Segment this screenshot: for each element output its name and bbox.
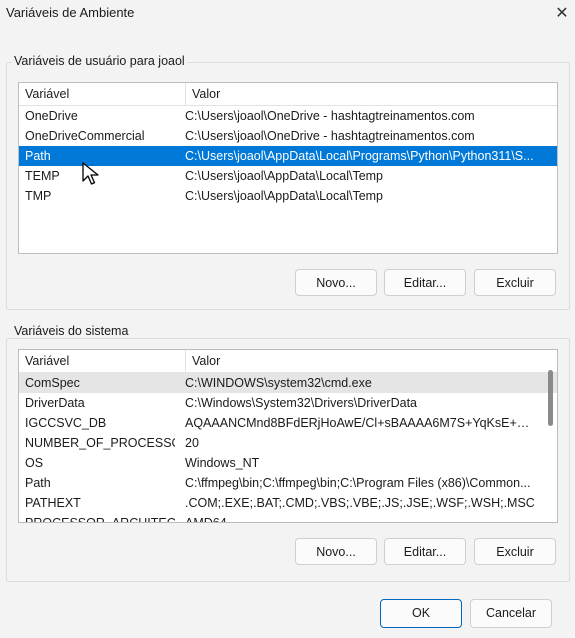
system-variables-list[interactable]: Variável Valor ComSpec C:\WINDOWS\system… <box>18 349 558 523</box>
system-variables-label: Variáveis do sistema <box>12 324 131 338</box>
variable-value: C:\WINDOWS\system32\cmd.exe <box>185 376 372 390</box>
list-header: Variável Valor <box>19 83 557 106</box>
variable-name: ComSpec <box>25 376 80 390</box>
variable-name: IGCCSVC_DB <box>25 416 107 430</box>
variable-name: NUMBER_OF_PROCESSORS <box>25 436 175 450</box>
table-row[interactable]: IGCCSVC_DB AQAAANCMnd8BFdERjHoAwE/Cl+sBA… <box>19 413 557 433</box>
variable-name: Path <box>25 476 51 490</box>
user-new-button[interactable]: Novo... <box>295 269 377 296</box>
variable-value: AMD64 <box>185 516 227 523</box>
system-new-button[interactable]: Novo... <box>295 538 377 565</box>
variable-name: PATHEXT <box>25 496 81 510</box>
scrollbar-thumb[interactable] <box>548 370 553 426</box>
user-edit-button[interactable]: Editar... <box>384 269 466 296</box>
table-row[interactable]: ComSpec C:\WINDOWS\system32\cmd.exe <box>19 373 557 393</box>
table-row[interactable]: TMP C:\Users\joaol\AppData\Local\Temp <box>19 186 557 206</box>
variable-name: OneDriveCommercial <box>25 129 145 143</box>
variable-value: C:\Users\joaol\AppData\Local\Temp <box>185 189 384 203</box>
variable-value: 20 <box>185 436 199 450</box>
system-edit-button[interactable]: Editar... <box>384 538 466 565</box>
variable-value: AQAAANCMnd8BFdERjHoAwE/Cl+sBAAAA6M7S+YqK… <box>185 416 537 430</box>
table-row[interactable]: OneDrive C:\Users\joaol\OneDrive - hasht… <box>19 106 557 126</box>
variable-value: C:\Users\joaol\OneDrive - hashtagtreinam… <box>185 129 475 143</box>
variable-name: PROCESSOR_ARCHITECTU... <box>25 516 175 523</box>
variable-value: C:\Users\joaol\AppData\Local\Programs\Py… <box>185 149 534 163</box>
column-header-variable[interactable]: Variável <box>25 354 69 368</box>
column-header-value[interactable]: Valor <box>185 83 220 105</box>
table-row[interactable]: PROCESSOR_ARCHITECTU... AMD64 <box>19 513 557 523</box>
variable-name: TMP <box>25 189 52 203</box>
table-row[interactable]: NUMBER_OF_PROCESSORS 20 <box>19 433 557 453</box>
table-row[interactable]: Path C:\ffmpeg\bin;C:\ffmpeg\bin;C:\Prog… <box>19 473 557 493</box>
column-header-value[interactable]: Valor <box>185 350 220 372</box>
close-icon[interactable]: ✕ <box>550 2 574 26</box>
variable-value: C:\Users\joaol\OneDrive - hashtagtreinam… <box>185 109 475 123</box>
variable-name: DriverData <box>25 396 85 410</box>
window-title: Variáveis de Ambiente <box>6 5 135 20</box>
variable-name: Path <box>25 149 51 163</box>
variable-name: OS <box>25 456 44 470</box>
system-delete-button[interactable]: Excluir <box>474 538 556 565</box>
list-header: Variável Valor <box>19 350 557 373</box>
table-row[interactable]: DriverData C:\Windows\System32\Drivers\D… <box>19 393 557 413</box>
cancel-button[interactable]: Cancelar <box>470 599 552 628</box>
user-delete-button[interactable]: Excluir <box>474 269 556 296</box>
table-row[interactable]: OS Windows_NT <box>19 453 557 473</box>
variable-value: Windows_NT <box>185 456 260 470</box>
variable-name: TEMP <box>25 169 60 183</box>
variable-value: C:\Windows\System32\Drivers\DriverData <box>185 396 417 410</box>
variable-value: C:\ffmpeg\bin;C:\ffmpeg\bin;C:\Program F… <box>185 476 531 490</box>
variable-value: C:\Users\joaol\AppData\Local\Temp <box>185 169 384 183</box>
mouse-pointer-icon <box>82 162 99 185</box>
variable-value: .COM;.EXE;.BAT;.CMD;.VBS;.VBE;.JS;.JSE;.… <box>185 496 535 510</box>
table-row[interactable]: OneDriveCommercial C:\Users\joaol\OneDri… <box>19 126 557 146</box>
variable-name: OneDrive <box>25 109 78 123</box>
column-header-variable[interactable]: Variável <box>25 87 69 101</box>
user-variables-label: Variáveis de usuário para joaol <box>12 54 187 68</box>
ok-button[interactable]: OK <box>380 599 462 628</box>
table-row[interactable]: PATHEXT .COM;.EXE;.BAT;.CMD;.VBS;.VBE;.J… <box>19 493 557 513</box>
